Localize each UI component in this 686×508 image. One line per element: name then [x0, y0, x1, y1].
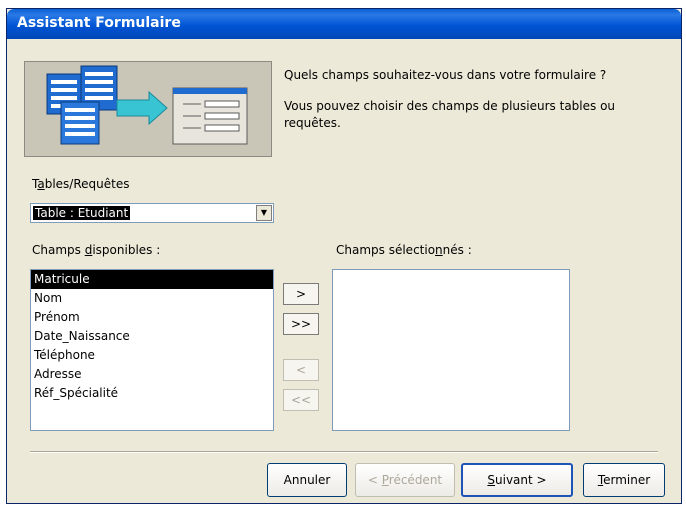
list-item[interactable]: Matricule [31, 270, 273, 289]
selected-fields-label: Champs sélectionnés : [336, 243, 472, 257]
instruction-note: Vous pouvez choisir des champs de plusie… [284, 99, 616, 130]
list-item[interactable]: Téléphone [31, 346, 273, 365]
finish-button[interactable]: Terminer [583, 463, 665, 497]
tables-queries-select[interactable]: Table : Etudiant ▼ [30, 203, 274, 223]
tables-to-form-icon [46, 65, 248, 145]
window-title: Assistant Formulaire [17, 15, 181, 31]
add-all-fields-button[interactable]: >> [283, 313, 319, 335]
dropdown-arrow-icon[interactable]: ▼ [256, 205, 272, 221]
add-field-button[interactable]: > [283, 283, 319, 305]
next-button[interactable]: Suivant > [461, 463, 573, 497]
tables-queries-label: Tables/Requêtes [32, 177, 130, 191]
list-item[interactable]: Nom [31, 289, 273, 308]
list-item[interactable]: Réf_Spécialité [31, 384, 273, 403]
cancel-button[interactable]: Annuler [267, 463, 347, 497]
selected-table-value: Table : Etudiant [33, 206, 131, 220]
remove-field-button[interactable]: < [283, 359, 319, 381]
remove-all-fields-button[interactable]: << [283, 389, 319, 411]
list-item[interactable]: Prénom [31, 308, 273, 327]
previous-button[interactable]: < Précédent [355, 463, 455, 497]
available-fields-list[interactable]: Matricule Nom Prénom Date_Naissance Télé… [30, 269, 274, 431]
dialog-body: Quels champs souhaitez-vous dans votre f… [10, 39, 678, 500]
wizard-dialog: Assistant Formulaire Quels champs souhai… [6, 8, 682, 504]
instruction-question: Quels champs souhaitez-vous dans votre f… [284, 68, 607, 82]
list-item[interactable]: Adresse [31, 365, 273, 384]
title-bar[interactable]: Assistant Formulaire [7, 9, 681, 39]
wizard-instructions: Quels champs souhaitez-vous dans votre f… [284, 67, 664, 146]
wizard-illustration [24, 61, 272, 157]
list-item[interactable]: Date_Naissance [31, 327, 273, 346]
button-separator [30, 451, 658, 453]
available-fields-label: Champs disponibles : [32, 243, 161, 257]
selected-fields-list[interactable] [332, 269, 570, 431]
